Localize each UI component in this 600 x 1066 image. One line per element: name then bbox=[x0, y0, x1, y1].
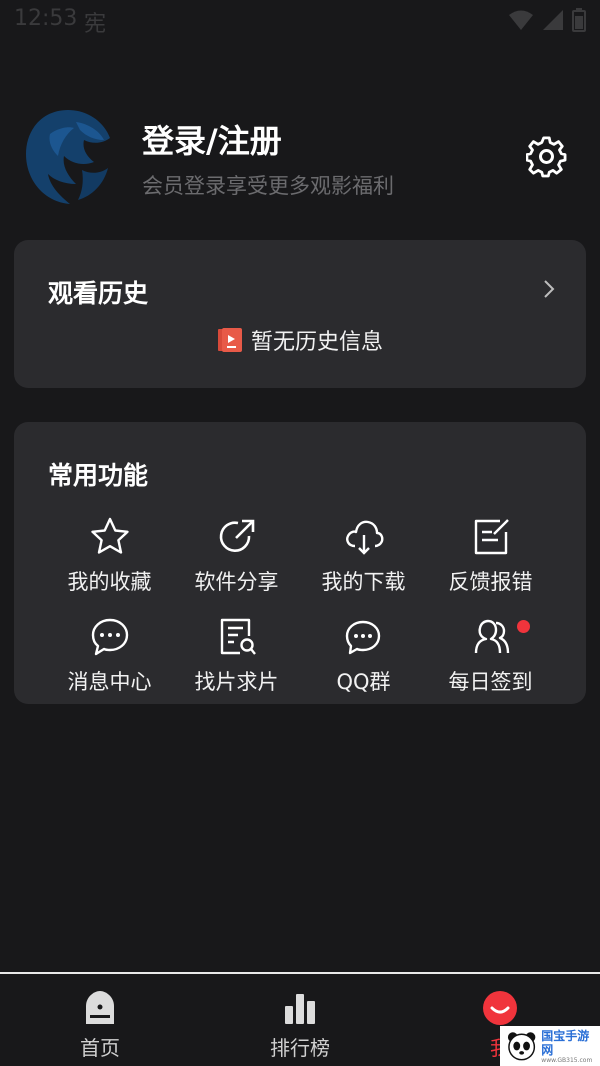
watch-history-card[interactable]: 观看历史 暂无历史信息 bbox=[14, 240, 586, 388]
status-bar: 12:53 宪 bbox=[0, 0, 600, 40]
function-feedback[interactable]: 反馈报错 bbox=[427, 516, 554, 616]
feedback-icon bbox=[474, 519, 509, 555]
smile-icon bbox=[483, 991, 517, 1025]
signal-icon bbox=[543, 10, 563, 30]
function-favorites[interactable]: 我的收藏 bbox=[46, 516, 173, 616]
login-subtitle: 会员登录享受更多观影福利 bbox=[142, 174, 394, 198]
share-icon bbox=[219, 519, 254, 552]
search-document-icon bbox=[220, 618, 256, 655]
history-empty-state: 暂无历史信息 bbox=[14, 324, 586, 356]
function-label: 我的收藏 bbox=[67, 570, 152, 594]
chevron-right-icon[interactable] bbox=[542, 278, 556, 300]
function-label: 我的下载 bbox=[321, 570, 406, 594]
empty-history-icon bbox=[217, 328, 242, 352]
star-icon bbox=[90, 517, 129, 554]
panda-logo-icon bbox=[507, 1032, 536, 1061]
watermark-text-block: 国宝手游网 www.GB315.com bbox=[541, 1029, 600, 1064]
avatar[interactable] bbox=[20, 104, 116, 208]
new-badge-dot bbox=[517, 620, 530, 633]
status-notification-glyph: 宪 bbox=[84, 12, 107, 37]
function-label: 反馈报错 bbox=[448, 570, 533, 594]
tab-label: 排行榜 bbox=[270, 1036, 330, 1060]
watermark-text: 国宝手游网 bbox=[541, 1028, 590, 1057]
function-label: 软件分享 bbox=[194, 570, 279, 594]
watermark-url: www.GB315.com bbox=[541, 1056, 593, 1064]
function-label: 找片求片 bbox=[194, 670, 279, 694]
gear-icon[interactable] bbox=[526, 136, 568, 178]
function-request-film[interactable]: 找片求片 bbox=[173, 616, 300, 706]
function-downloads[interactable]: 我的下载 bbox=[300, 516, 427, 616]
profile-header: 登录/注册 会员登录享受更多观影福利 bbox=[0, 100, 600, 220]
wifi-icon bbox=[509, 10, 533, 30]
function-qq-group[interactable]: QQ群 bbox=[300, 616, 427, 706]
status-icons bbox=[508, 8, 586, 32]
function-label: QQ群 bbox=[336, 670, 391, 694]
tab-ranking[interactable]: 排行榜 bbox=[240, 988, 360, 1061]
tab-home[interactable]: 首页 bbox=[40, 988, 160, 1061]
common-functions-card: 常用功能 我的收藏 软件分享 我的下载 反馈报错 消息中心 找片求片 QQ群 每… bbox=[14, 422, 586, 704]
group-chat-icon bbox=[345, 620, 380, 655]
function-grid: 我的收藏 软件分享 我的下载 反馈报错 消息中心 找片求片 QQ群 每日签到 bbox=[46, 516, 554, 706]
function-message-center[interactable]: 消息中心 bbox=[46, 616, 173, 706]
bar-chart-icon bbox=[285, 994, 315, 1024]
function-daily-checkin[interactable]: 每日签到 bbox=[427, 616, 554, 706]
cloud-download-icon bbox=[345, 520, 383, 555]
chat-bubble-icon bbox=[91, 618, 128, 656]
function-label: 消息中心 bbox=[67, 670, 152, 694]
common-functions-title: 常用功能 bbox=[48, 461, 149, 490]
watch-history-title: 观看历史 bbox=[48, 279, 149, 308]
users-icon bbox=[474, 619, 509, 654]
battery-icon bbox=[572, 8, 586, 32]
history-empty-text: 暂无历史信息 bbox=[250, 330, 383, 355]
status-time: 12:53 bbox=[14, 6, 78, 31]
login-register-title[interactable]: 登录/注册 bbox=[142, 116, 282, 162]
home-icon bbox=[86, 991, 114, 1024]
tab-label: 首页 bbox=[80, 1036, 120, 1060]
function-label: 每日签到 bbox=[448, 670, 533, 694]
function-share-app[interactable]: 软件分享 bbox=[173, 516, 300, 616]
site-watermark: 国宝手游网 www.GB315.com bbox=[500, 1026, 600, 1066]
